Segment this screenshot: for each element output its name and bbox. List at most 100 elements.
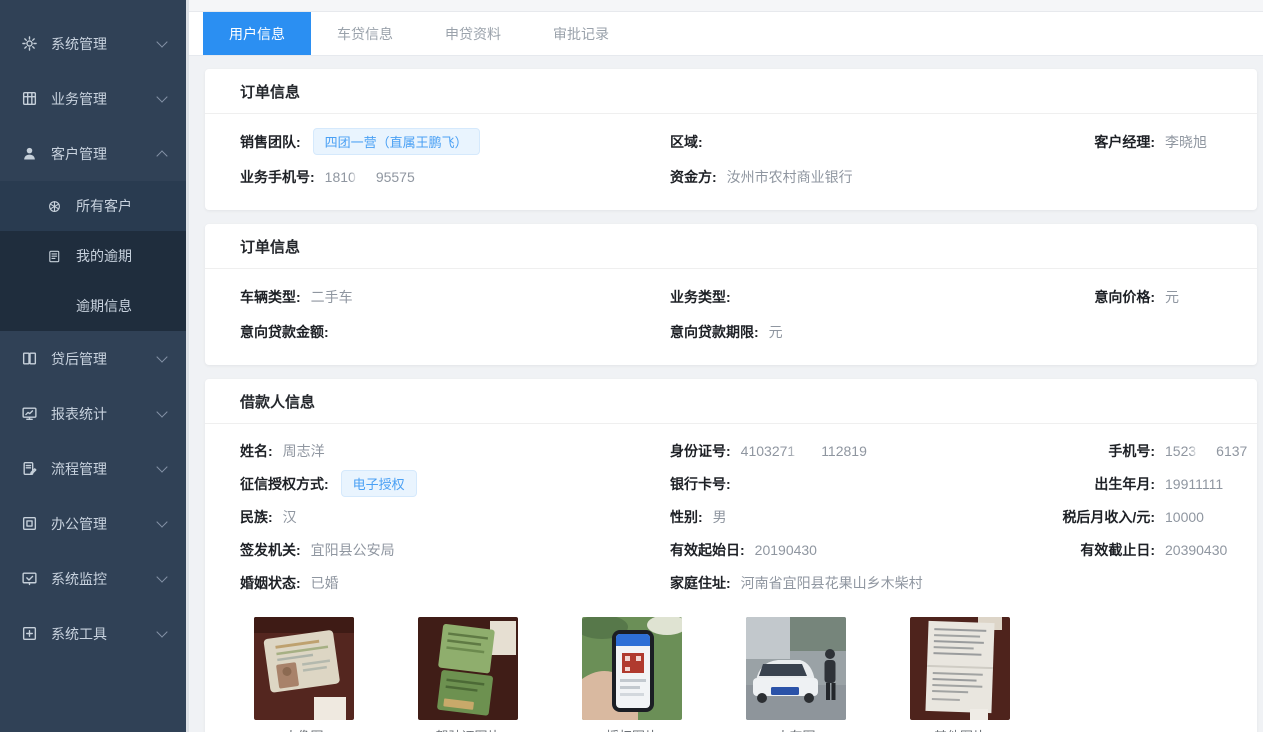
card-title: 借款人信息	[205, 379, 1257, 424]
photo-caption: 人像图	[254, 726, 354, 732]
card-title: 订单信息	[205, 69, 1257, 114]
sidebar-item-postloan-management[interactable]: 贷后管理	[0, 331, 186, 386]
field-gender: 性别: 男	[670, 507, 1045, 527]
sidebar-item-overdue-info[interactable]: 逾期信息	[0, 281, 186, 331]
handwritten-document-photo[interactable]: 其他图片	[910, 617, 1010, 732]
field-label: 银行卡号:	[670, 474, 731, 494]
field-value: 10000	[1165, 509, 1204, 525]
sidebar-item-label: 逾期信息	[76, 296, 132, 316]
masked-digits	[357, 169, 375, 184]
field-label: 业务类型:	[670, 287, 731, 307]
field-business-phone: 业务手机号: 181095575	[240, 167, 670, 187]
tab-approval-records[interactable]: 审批记录	[527, 12, 635, 55]
field-label: 业务手机号:	[240, 167, 315, 187]
chevron-down-icon	[156, 516, 167, 527]
sidebar-item-office-management[interactable]: 办公管理	[0, 496, 186, 551]
person-with-car-photo[interactable]: 人车图	[746, 617, 846, 732]
sidebar-item-label: 业务管理	[51, 89, 158, 109]
field-issuing-authority: 签发机关: 宜阳县公安局	[240, 540, 670, 560]
chevron-down-icon	[156, 461, 167, 472]
field-label: 有效截止日:	[1045, 540, 1155, 560]
field-label: 税后月收入/元:	[1045, 507, 1155, 527]
sidebar-item-system-monitor[interactable]: 系统监控	[0, 551, 186, 606]
sidebar-item-label: 系统监控	[51, 569, 158, 589]
chevron-down-icon	[156, 626, 167, 637]
field-label: 意向贷款期限:	[670, 322, 759, 342]
green-booklet-photo[interactable]: 驾驶证图片	[418, 617, 518, 732]
field-intent-price: 意向价格: 元	[1045, 287, 1257, 307]
field-value: 汉	[283, 507, 297, 527]
sidebar-item-report-statistics[interactable]: 报表统计	[0, 386, 186, 441]
field-value: 181095575	[325, 169, 415, 185]
photo-thumbnails: 人像图	[254, 617, 1257, 732]
field-label: 意向价格:	[1045, 287, 1155, 307]
sidebar-submenu-customer: 所有客户 我的逾期 逾期信息	[0, 181, 186, 331]
field-value: 已婚	[311, 573, 339, 593]
sidebar-item-system-tools[interactable]: 系统工具	[0, 606, 186, 661]
chevron-down-icon	[156, 571, 167, 582]
masked-digits	[796, 443, 820, 458]
credit-auth-tag[interactable]: 电子授权	[341, 470, 417, 497]
order-info-card-1: 订单信息 销售团队: 四团一营（直属王鹏飞） 区域: 客户经理:	[205, 69, 1257, 210]
chevron-down-icon	[156, 406, 167, 417]
field-label: 身份证号:	[670, 441, 731, 461]
field-label: 性别:	[670, 507, 703, 527]
sidebar-item-label: 所有客户	[76, 196, 132, 216]
field-value: 汝州市农村商业银行	[727, 167, 853, 187]
field-monthly-income: 税后月收入/元: 10000	[1045, 507, 1257, 527]
sidebar-item-label: 系统管理	[51, 34, 158, 54]
sidebar-item-label: 系统工具	[51, 624, 158, 644]
field-id-number: 身份证号: 4103271112819	[670, 441, 1045, 461]
tab-loan-application-docs[interactable]: 申贷资料	[419, 12, 527, 55]
tab-car-loan-info[interactable]: 车贷信息	[311, 12, 419, 55]
id-card-photo[interactable]: 人像图	[254, 617, 354, 732]
tab-user-info[interactable]: 用户信息	[203, 12, 311, 55]
sidebar-item-all-customers[interactable]: 所有客户	[0, 181, 186, 231]
photo-caption: 其他图片	[910, 726, 1010, 732]
app-window: 系统管理 业务管理 客户管理 所有客户	[0, 0, 1263, 732]
card-title: 订单信息	[205, 224, 1257, 269]
field-value: 元	[769, 322, 783, 342]
field-birth-date: 出生年月: 19911111	[1045, 474, 1257, 494]
chevron-down-icon	[156, 351, 167, 362]
sidebar-item-my-overdue[interactable]: 我的逾期	[0, 231, 186, 281]
chevron-down-icon	[156, 36, 167, 47]
wheel-icon	[46, 198, 62, 214]
field-value: 男	[713, 507, 727, 527]
monitor-chart-icon	[20, 405, 38, 423]
masked-digits	[1197, 443, 1215, 458]
tab-bar: 用户信息 车贷信息 申贷资料 审批记录	[189, 12, 1263, 56]
field-ethnicity: 民族: 汉	[240, 507, 670, 527]
phone-qr-photo[interactable]: 授权图片	[582, 617, 682, 732]
field-label: 手机号:	[1045, 441, 1155, 461]
sidebar-item-system-management[interactable]: 系统管理	[0, 16, 186, 71]
field-vehicle-type: 车辆类型: 二手车	[240, 287, 670, 307]
field-business-type: 业务类型:	[670, 287, 1045, 307]
sidebar-item-label: 我的逾期	[76, 246, 132, 266]
sidebar-item-process-management[interactable]: 流程管理	[0, 441, 186, 496]
field-label: 区域:	[670, 132, 703, 152]
main-content: 用户信息 车贷信息 申贷资料 审批记录 订单信息 销售团队: 四团一营（直属王鹏…	[186, 0, 1263, 732]
sidebar-item-business-management[interactable]: 业务管理	[0, 71, 186, 126]
field-label: 征信授权方式:	[240, 474, 329, 494]
field-funding-source: 资金方: 汝州市农村商业银行	[670, 167, 1045, 187]
page-scroll-area[interactable]: 订单信息 销售团队: 四团一营（直属王鹏飞） 区域: 客户经理:	[189, 56, 1263, 732]
field-value: 元	[1165, 287, 1179, 307]
field-value: 李晓旭	[1165, 132, 1207, 152]
monitor-check-icon	[20, 570, 38, 588]
field-value: 15236137	[1165, 443, 1247, 459]
notebook-icon	[46, 248, 62, 264]
field-name: 姓名: 周志洋	[240, 441, 670, 461]
field-intent-loan-term: 意向贷款期限: 元	[670, 322, 1045, 342]
sidebar-item-customer-management[interactable]: 客户管理	[0, 126, 186, 181]
field-label: 意向贷款金额:	[240, 322, 329, 342]
field-label: 签发机关:	[240, 540, 301, 560]
sales-team-tag[interactable]: 四团一营（直属王鹏飞）	[313, 128, 480, 155]
field-label: 销售团队:	[240, 132, 301, 152]
open-book-icon	[20, 350, 38, 368]
field-bank-card: 银行卡号:	[670, 474, 1045, 494]
field-label: 姓名:	[240, 441, 273, 461]
sidebar: 系统管理 业务管理 客户管理 所有客户	[0, 0, 186, 732]
field-label: 有效起始日:	[670, 540, 745, 560]
sidebar-item-label: 报表统计	[51, 404, 158, 424]
